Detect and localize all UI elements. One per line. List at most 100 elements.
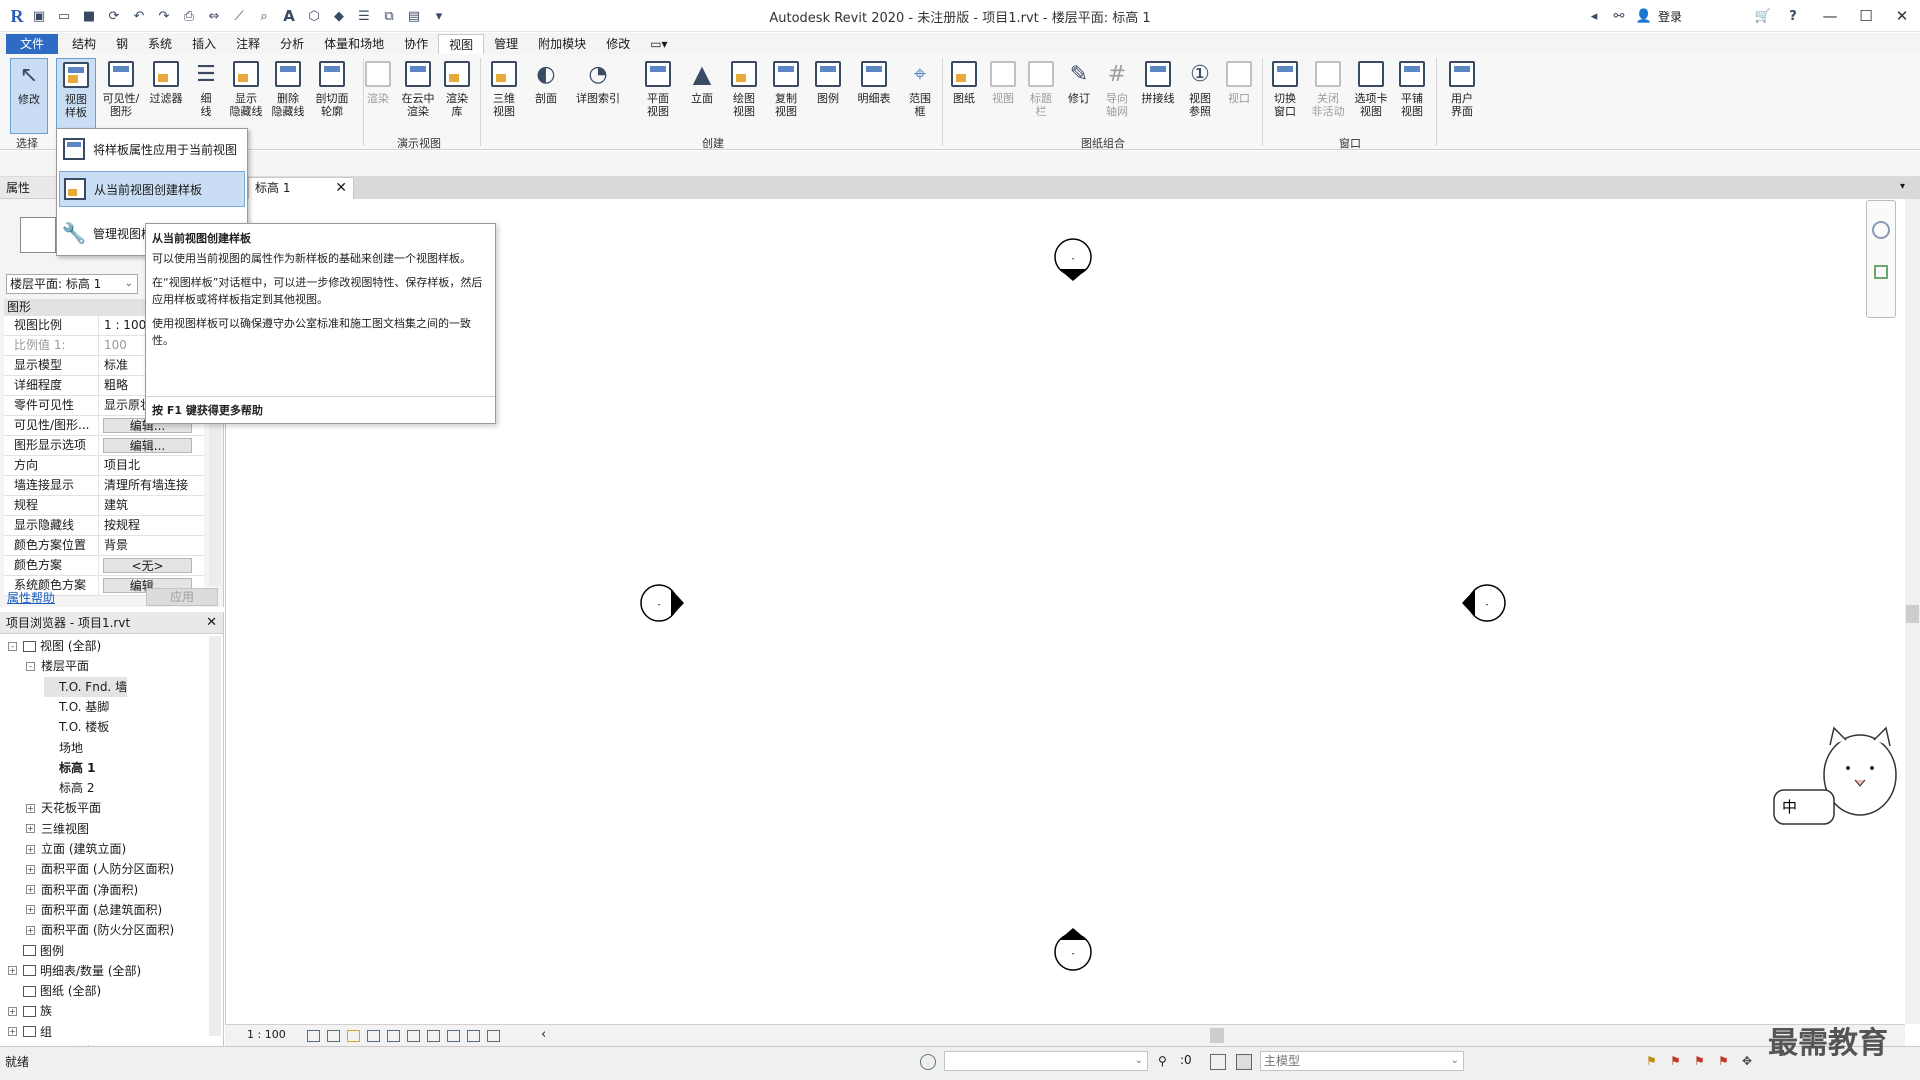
tab-3[interactable]: 系统 bbox=[138, 34, 182, 54]
tab-views-button[interactable]: 选项卡 视图 bbox=[1350, 58, 1392, 134]
elevation-marker-north[interactable]: - bbox=[1054, 238, 1092, 281]
visibility-graphics-button[interactable]: 可见性/ 图形 bbox=[100, 58, 142, 134]
apply-button[interactable]: 应用 bbox=[146, 588, 218, 606]
worksharing-icon[interactable] bbox=[467, 1030, 480, 1042]
tag-icon[interactable]: ⌕ bbox=[253, 5, 275, 27]
property-value[interactable]: 项目北 bbox=[99, 456, 204, 475]
home-icon[interactable]: ▣ bbox=[28, 5, 50, 27]
tab-5[interactable]: 注释 bbox=[226, 34, 270, 54]
select-links-icon[interactable]: ⚑ bbox=[1646, 1054, 1662, 1070]
render-gallery-button[interactable]: 渲染 库 bbox=[442, 58, 472, 134]
revisions-button[interactable]: ✎ 修订 bbox=[1064, 58, 1094, 134]
dimension-icon[interactable]: ⟋ bbox=[228, 5, 250, 27]
steering-wheel-icon[interactable] bbox=[1872, 221, 1890, 239]
maximize-icon[interactable]: ☐ bbox=[1848, 4, 1884, 28]
browser-node[interactable]: - 楼层平面 bbox=[26, 656, 89, 676]
browser-node[interactable]: 场地 bbox=[44, 738, 83, 758]
drafting-view-button[interactable]: 绘图 视图 bbox=[728, 58, 760, 134]
help-icon[interactable]: ? bbox=[1777, 5, 1809, 27]
apply-template-menu-item[interactable]: 将样板属性应用于当前视图 bbox=[59, 131, 245, 167]
tab-6[interactable]: 分析 bbox=[270, 34, 314, 54]
worksets-icon[interactable] bbox=[920, 1054, 936, 1070]
expand-icon[interactable]: + bbox=[26, 803, 35, 813]
expand-icon[interactable]: + bbox=[26, 905, 35, 915]
visual-style-icon[interactable] bbox=[327, 1030, 340, 1042]
section-button[interactable]: ◐ 剖面 bbox=[530, 58, 562, 134]
browser-node[interactable]: T.O. 基脚 bbox=[44, 697, 109, 717]
property-value[interactable]: 按规程 bbox=[99, 516, 204, 535]
canvas-scroll-thumb[interactable] bbox=[1906, 605, 1919, 623]
legends-button[interactable]: 图例 bbox=[812, 58, 844, 134]
tab-8[interactable]: 协作 bbox=[394, 34, 438, 54]
thin-lines-icon[interactable]: ☰ bbox=[353, 5, 375, 27]
view-place-button[interactable]: 视图 bbox=[988, 58, 1018, 134]
user-icon[interactable]: 👤 bbox=[1633, 5, 1655, 27]
browser-node[interactable]: + 族 bbox=[8, 1001, 52, 1021]
canvas-horizontal-scroll-thumb[interactable] bbox=[1210, 1028, 1224, 1043]
panel-title-select[interactable]: 选择 bbox=[4, 135, 50, 151]
3d-view-button[interactable]: 三维 视图 bbox=[488, 58, 520, 134]
browser-node[interactable]: 图例 bbox=[8, 941, 64, 961]
browser-node[interactable]: + 明细表/数量 (全部) bbox=[8, 961, 141, 981]
thin-lines-button[interactable]: ☰ 细 线 bbox=[192, 58, 220, 134]
sync-icon[interactable]: ⟳ bbox=[103, 5, 125, 27]
revit-logo[interactable]: R bbox=[6, 5, 28, 27]
browser-node[interactable]: T.O. 楼板 bbox=[44, 717, 109, 737]
user-interface-button[interactable]: 用户 界面 bbox=[1442, 58, 1482, 134]
contextual-tab-icon[interactable]: ▭▾ bbox=[640, 34, 677, 54]
customize-dropdown-icon[interactable]: ▾ bbox=[428, 5, 450, 27]
elevation-marker-east[interactable]: - bbox=[1462, 584, 1506, 622]
search-icon[interactable]: ◂ bbox=[1583, 5, 1605, 27]
select-by-face-icon[interactable]: ⚑ bbox=[1718, 1054, 1734, 1070]
print-icon[interactable]: ⎙ bbox=[178, 5, 200, 27]
property-value[interactable]: 建筑 bbox=[99, 496, 204, 515]
ime-indicator[interactable]: 中 bbox=[1782, 798, 1797, 816]
expand-icon[interactable]: + bbox=[8, 1006, 17, 1016]
tab-4[interactable]: 插入 bbox=[182, 34, 226, 54]
open-icon[interactable]: ▭ bbox=[53, 5, 75, 27]
matchline-button[interactable]: 拼接线 bbox=[1138, 58, 1178, 134]
tab-9[interactable]: 视图 bbox=[438, 34, 485, 54]
type-selector[interactable]: 楼层平面: 标高 1 ⌄ bbox=[6, 274, 138, 294]
temporary-hide-icon[interactable] bbox=[427, 1030, 440, 1042]
duplicate-view-button[interactable]: 复制 视图 bbox=[768, 58, 804, 134]
expand-icon[interactable]: + bbox=[8, 1027, 17, 1037]
filters-button[interactable]: 过滤器 bbox=[146, 58, 186, 134]
create-template-menu-item[interactable]: 从当前视图创建样板 bbox=[59, 171, 245, 207]
chevron-left-icon[interactable]: ‹ bbox=[541, 1027, 546, 1042]
filter-icon[interactable]: ⚲ bbox=[1158, 1054, 1174, 1070]
browser-node[interactable]: + 面积平面 (防火分区面积) bbox=[26, 920, 174, 940]
browser-node[interactable]: 图纸 (全部) bbox=[8, 981, 101, 1001]
tab-7[interactable]: 体量和场地 bbox=[314, 34, 394, 54]
expand-icon[interactable]: + bbox=[26, 885, 35, 895]
plan-views-button[interactable]: 平面 视图 bbox=[642, 58, 674, 134]
view-reference-button[interactable]: ① 视图 参照 bbox=[1182, 58, 1218, 134]
expand-icon[interactable]: + bbox=[26, 925, 35, 935]
browser-scrollbar[interactable] bbox=[209, 636, 221, 1036]
browser-node[interactable]: - 视图 (全部) bbox=[8, 636, 101, 656]
login-link[interactable]: 登录 bbox=[1658, 8, 1682, 25]
browser-node[interactable]: T.O. Fnd. 墙 bbox=[44, 676, 128, 697]
view-scale[interactable]: 1 : 100 bbox=[247, 1028, 286, 1041]
detail-level-icon[interactable] bbox=[307, 1030, 320, 1042]
tile-views-button[interactable]: 平铺 视图 bbox=[1394, 58, 1430, 134]
close-icon[interactable]: ✕ bbox=[206, 612, 217, 634]
tab-0[interactable]: 文件 bbox=[6, 34, 59, 54]
expand-icon[interactable]: + bbox=[26, 844, 35, 854]
expand-icon[interactable]: + bbox=[26, 864, 35, 874]
3d-view-icon[interactable]: ⬡ bbox=[303, 5, 325, 27]
close-inactive-button[interactable]: 关闭 非活动 bbox=[1308, 58, 1348, 134]
design-options-icon[interactable] bbox=[1210, 1054, 1226, 1070]
save-icon[interactable]: ■ bbox=[78, 5, 100, 27]
browser-node[interactable]: + 三维视图 bbox=[26, 819, 89, 839]
constraints-icon[interactable] bbox=[487, 1030, 500, 1042]
collapse-icon[interactable]: - bbox=[26, 661, 35, 671]
guide-grid-button[interactable]: # 导向 轴网 bbox=[1102, 58, 1132, 134]
close-hidden-icon[interactable]: ⧉ bbox=[378, 5, 400, 27]
reveal-hidden-icon[interactable] bbox=[447, 1030, 460, 1042]
browser-node[interactable]: + 天花板平面 bbox=[26, 798, 101, 818]
property-edit-button[interactable]: 编辑... bbox=[103, 438, 192, 453]
property-value[interactable]: 清理所有墙连接 bbox=[99, 476, 204, 495]
tab-11[interactable]: 附加模块 bbox=[528, 34, 596, 54]
title-block-button[interactable]: 标题 栏 bbox=[1026, 58, 1056, 134]
